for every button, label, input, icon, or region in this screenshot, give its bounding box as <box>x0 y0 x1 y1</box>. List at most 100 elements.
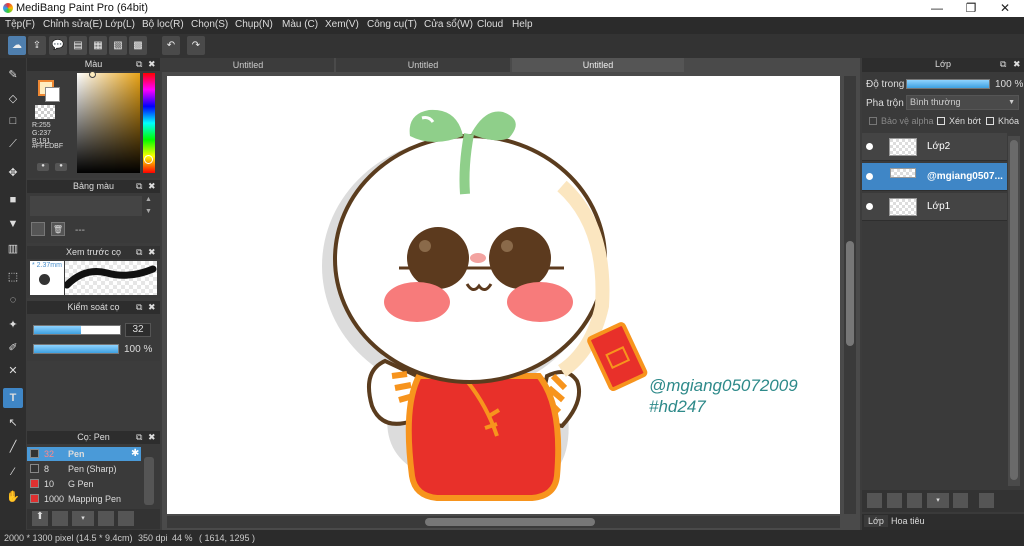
brush-folder-icon[interactable] <box>118 511 134 526</box>
select-tool-icon[interactable]: ⬚ <box>3 266 23 286</box>
add-layer-dropdown-icon[interactable]: ▾ <box>927 493 949 508</box>
layer-scroll-thumb[interactable] <box>1010 140 1018 480</box>
close-panel-icon[interactable]: ✖ <box>148 301 156 314</box>
text-tool-icon[interactable]: T <box>3 388 23 408</box>
transparent-swatch[interactable] <box>35 105 55 119</box>
visibility-eye-icon[interactable] <box>866 143 873 150</box>
minimize-button[interactable]: — <box>920 0 954 17</box>
grid-icon[interactable]: ▩ <box>129 36 147 55</box>
layer-item[interactable]: Lớp2 <box>862 133 1007 161</box>
undock-icon[interactable]: ⧉ <box>136 246 142 259</box>
layer-item[interactable]: @mgiang0507... <box>862 163 1007 191</box>
brush-list-item[interactable]: 8 Pen (Sharp) <box>27 462 141 476</box>
menu-tools[interactable]: Công cụ(T) <box>367 19 417 30</box>
dot-tool-icon[interactable]: □ <box>3 111 23 131</box>
lock-checkbox[interactable] <box>986 117 994 125</box>
brush-settings-icon[interactable] <box>98 511 114 526</box>
magic-wand-tool-icon[interactable]: ✦ <box>3 314 23 334</box>
redo-icon[interactable]: ↷ <box>187 36 205 55</box>
close-panel-icon[interactable]: ✖ <box>148 180 156 193</box>
palette-scroll-down-icon[interactable]: ▼ <box>145 208 152 215</box>
swap-color-icon[interactable]: ● <box>37 163 49 171</box>
close-button[interactable]: ✕ <box>988 0 1022 17</box>
new-halftone-layer-icon[interactable] <box>887 493 902 508</box>
horizontal-scroll-thumb[interactable] <box>425 518 595 526</box>
new-brush-icon[interactable] <box>52 511 68 526</box>
vertical-scrollbar[interactable] <box>844 76 856 514</box>
select-eraser-tool-icon[interactable]: ✕ <box>3 360 23 380</box>
reset-color-icon[interactable]: ● <box>55 163 67 171</box>
new-palette-icon[interactable] <box>31 222 45 236</box>
lasso-tool-icon[interactable]: ◌ <box>3 290 23 310</box>
saturation-value-picker[interactable] <box>77 73 140 173</box>
close-panel-icon[interactable]: ✖ <box>148 431 156 444</box>
operation-tool-icon[interactable]: ↖ <box>3 412 23 432</box>
brush-tool-icon[interactable]: ✎ <box>3 64 23 84</box>
background-color-swatch[interactable] <box>45 87 60 102</box>
brush-opacity-slider[interactable] <box>33 344 119 354</box>
add-brush-cloud-icon[interactable]: ⬆ <box>32 511 48 526</box>
bucket-tool-icon[interactable]: ▼ <box>3 214 23 234</box>
menu-layer[interactable]: Lớp(L) <box>105 19 135 30</box>
brush-list-scrollbar[interactable] <box>144 457 154 505</box>
undock-icon[interactable]: ⧉ <box>136 180 142 193</box>
brush-size-value[interactable]: 32 <box>125 323 151 337</box>
menu-window[interactable]: Cửa sổ(W) <box>424 19 473 30</box>
undock-icon[interactable]: ⧉ <box>136 431 142 444</box>
eyedropper-tool-icon[interactable]: ⁄ <box>3 462 23 482</box>
color-picker-handle[interactable] <box>89 71 96 78</box>
chat-icon[interactable]: ▤ <box>69 36 87 55</box>
menu-help[interactable]: Help <box>512 19 533 30</box>
close-panel-icon[interactable]: ✖ <box>148 58 156 71</box>
gradient-tool-icon[interactable]: ▥ <box>3 238 23 258</box>
brush-menu-dropdown-icon[interactable]: ▾ <box>72 511 94 526</box>
folder-icon[interactable] <box>953 493 968 508</box>
layer-list-scrollbar[interactable] <box>1008 136 1020 486</box>
brush-size-slider[interactable] <box>33 325 121 335</box>
menu-filter[interactable]: Bộ lọc(R) <box>142 19 184 30</box>
comment-icon[interactable]: 💬 <box>49 36 67 55</box>
horizontal-scrollbar[interactable] <box>167 516 840 528</box>
menu-cloud[interactable]: Cloud <box>477 19 503 30</box>
visibility-eye-icon[interactable] <box>866 173 873 180</box>
undock-icon[interactable]: ⧉ <box>136 301 142 314</box>
divide-tool-icon[interactable]: ╱ <box>3 436 23 456</box>
duplicate-layer-icon[interactable] <box>979 493 994 508</box>
hand-tool-icon[interactable]: ✋ <box>3 486 23 506</box>
hue-handle[interactable] <box>144 155 153 164</box>
menu-edit[interactable]: Chỉnh sửa(E) <box>43 19 103 30</box>
menu-file[interactable]: Tệp(F) <box>5 19 35 30</box>
brush-list-item[interactable]: 10 G Pen <box>27 477 141 491</box>
menu-color[interactable]: Màu (C) <box>282 19 318 30</box>
clipping-checkbox[interactable] <box>937 117 945 125</box>
eraser-tool-icon[interactable]: ◇ <box>3 88 23 108</box>
menu-view[interactable]: Xem(V) <box>325 19 359 30</box>
undock-icon[interactable]: ⧉ <box>1000 58 1006 71</box>
comic-page-icon[interactable]: ▧ <box>109 36 127 55</box>
document-tab[interactable]: Untitled <box>162 58 334 72</box>
document-icon[interactable]: ▦ <box>89 36 107 55</box>
blend-mode-select[interactable]: Bình thường ▼ <box>906 95 1019 110</box>
vertical-scroll-thumb[interactable] <box>846 241 854 346</box>
layer-item[interactable]: Lớp1 <box>862 193 1007 221</box>
upload-icon[interactable]: ⇪ <box>28 36 46 55</box>
cloud-icon[interactable]: ☁ <box>8 36 26 55</box>
visibility-eye-icon[interactable] <box>866 203 873 210</box>
document-tab[interactable]: Untitled <box>336 58 510 72</box>
menu-select[interactable]: Chọn(S) <box>191 19 228 30</box>
brush-list-item[interactable]: 1000 Mapping Pen <box>27 492 141 506</box>
brush-list-item[interactable]: 32 Pen ✱ <box>27 447 141 461</box>
select-pen-tool-icon[interactable]: ✐ <box>3 337 23 357</box>
palette-list[interactable] <box>30 196 142 216</box>
new-8bit-layer-icon[interactable] <box>907 493 922 508</box>
undock-icon[interactable]: ⧉ <box>136 58 142 71</box>
maximize-button[interactable]: ❐ <box>954 0 988 17</box>
delete-palette-icon[interactable]: 🗑 <box>51 222 65 236</box>
close-panel-icon[interactable]: ✖ <box>148 246 156 259</box>
menu-capture[interactable]: Chụp(N) <box>235 19 273 30</box>
drawing-canvas[interactable]: @mgiang05072009 #hd247 <box>167 76 840 514</box>
shape-fill-tool-icon[interactable]: ■ <box>3 190 23 210</box>
tab-navigator[interactable]: Hoa tiêu <box>887 515 929 527</box>
close-panel-icon[interactable]: ✖ <box>1013 58 1021 71</box>
protect-alpha-checkbox[interactable] <box>869 117 877 125</box>
